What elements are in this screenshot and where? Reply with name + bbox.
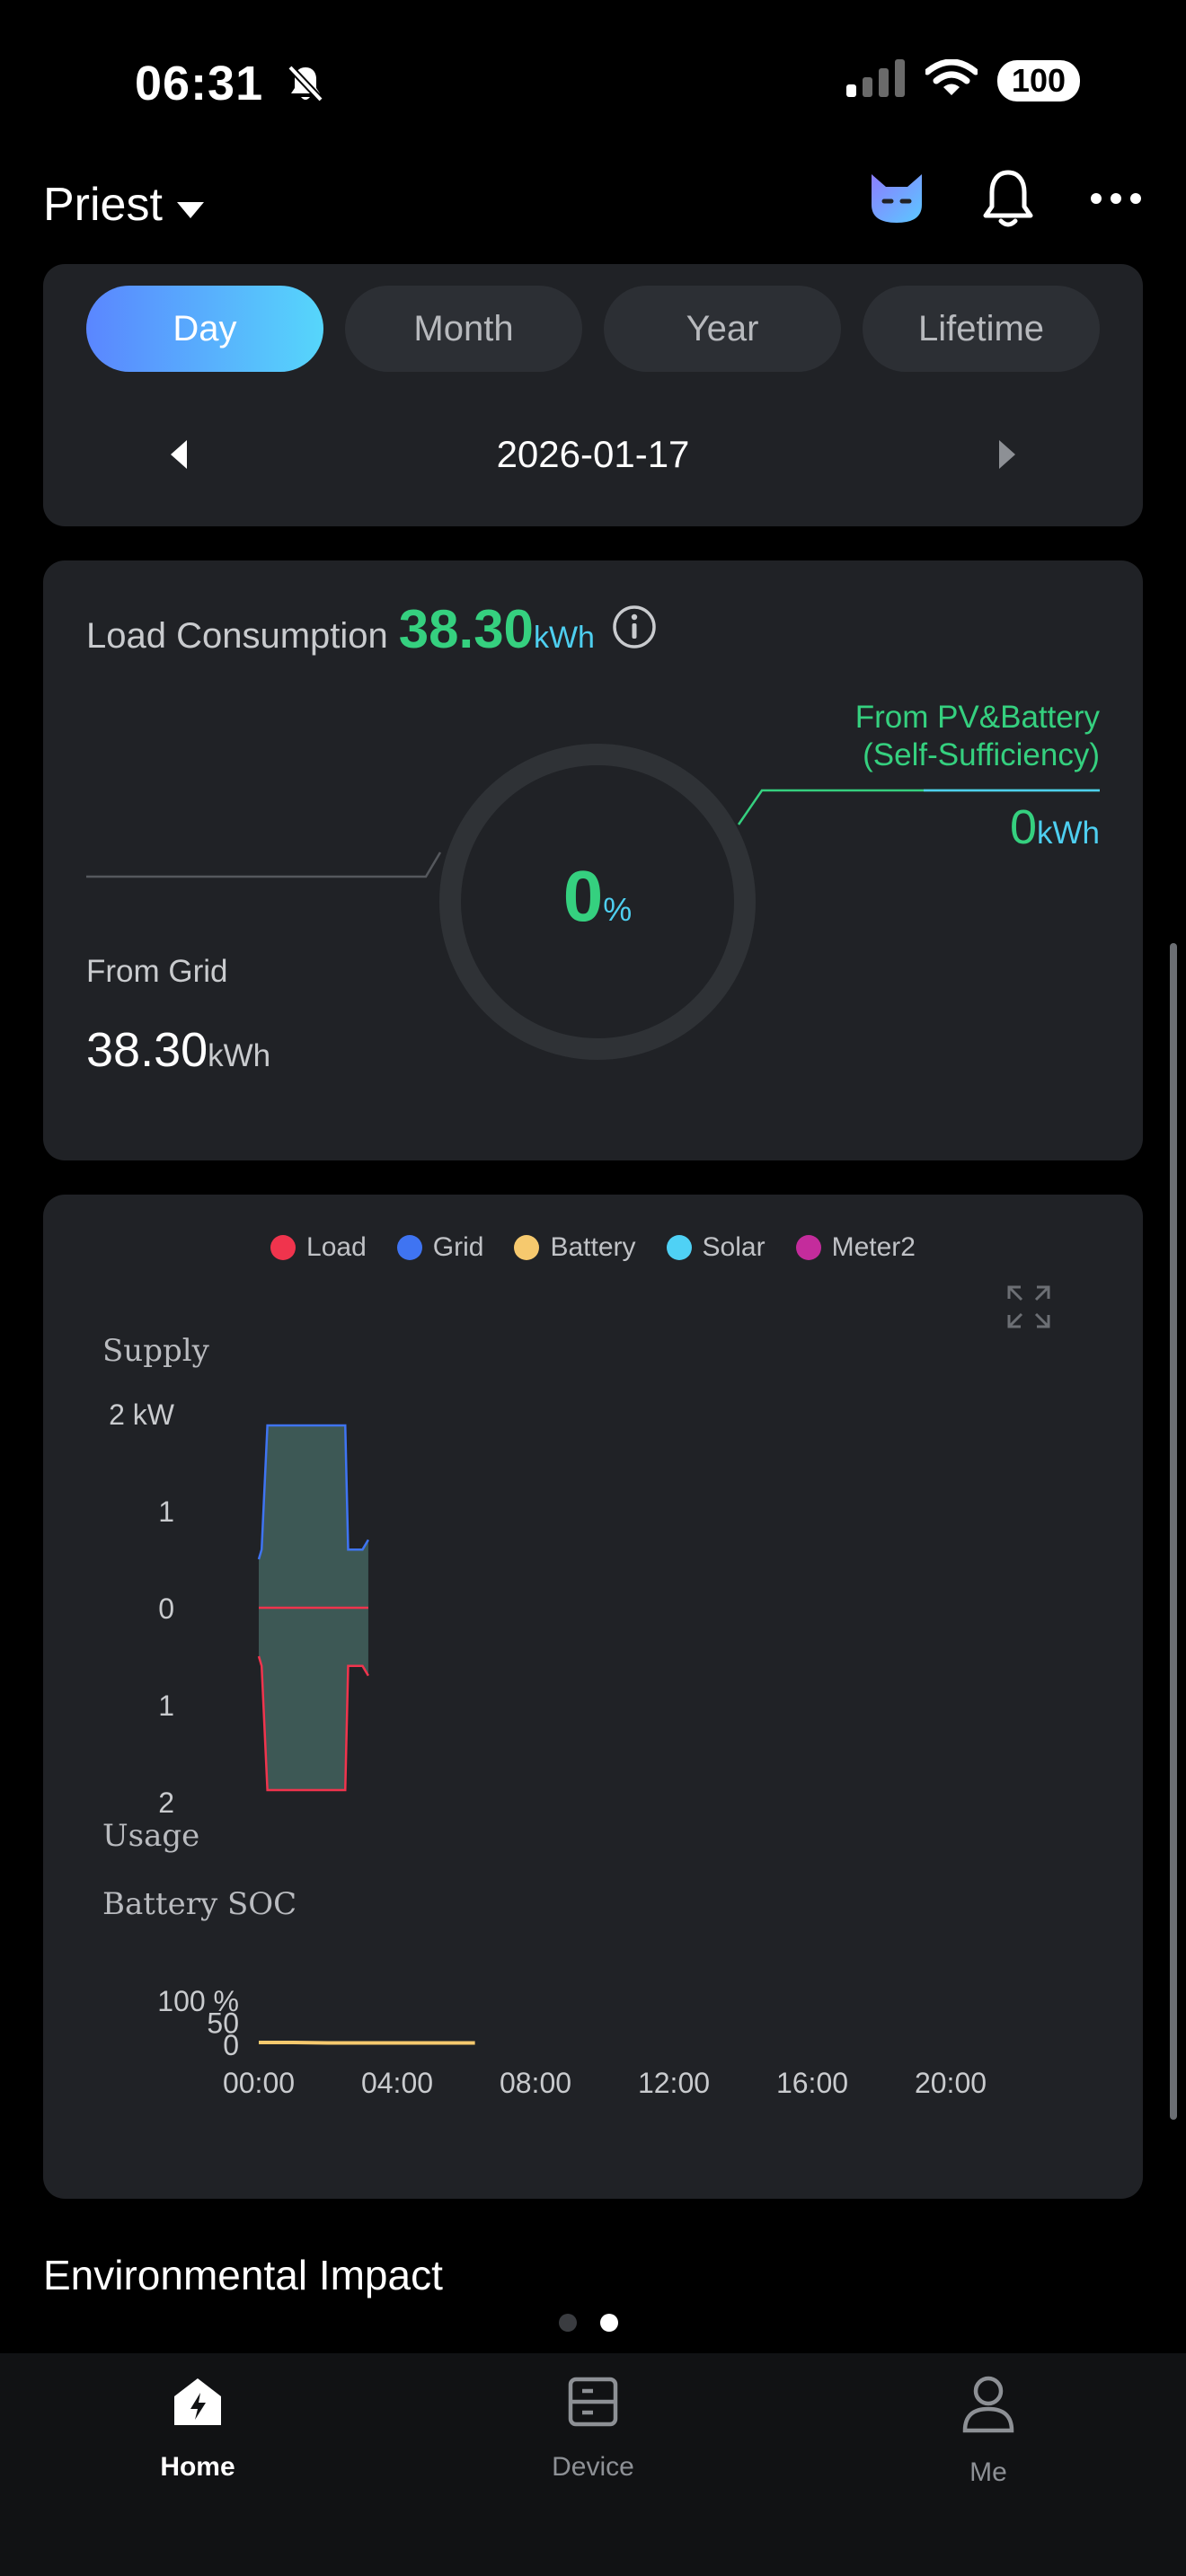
grid-unit: kWh: [208, 1038, 271, 1073]
pv-battery-value: 0kWh: [1010, 799, 1100, 855]
nav-me[interactable]: Me: [898, 2375, 1078, 2488]
selected-date[interactable]: 2026-01-17: [43, 433, 1143, 476]
x-tick-label: 20:00: [915, 2067, 987, 2099]
environmental-impact-title: Environmental Impact: [43, 2252, 443, 2298]
next-date-icon[interactable]: [996, 437, 1019, 477]
pv-value: 0: [1009, 800, 1037, 854]
grid-value-row: 38.30kWh: [86, 1022, 270, 1078]
site-selector[interactable]: Priest: [43, 178, 206, 232]
x-tick-label: 04:00: [361, 2067, 433, 2099]
page-dot[interactable]: [559, 2314, 577, 2332]
self-sufficiency-percent: 0%: [505, 855, 690, 938]
notification-bell-icon[interactable]: [981, 167, 1035, 234]
grid-value: 38.30: [86, 1023, 208, 1077]
nav-home-label: Home: [160, 2452, 235, 2482]
tab-month[interactable]: Month: [345, 286, 582, 372]
period-selector-card: Day Month Year Lifetime 2026-01-17: [43, 264, 1143, 526]
tab-day[interactable]: Day: [86, 286, 323, 372]
x-tick-label: 12:00: [638, 2067, 710, 2099]
soc-y-tick-label: 0: [223, 2029, 239, 2061]
percent-unit: %: [603, 891, 633, 928]
cellular-signal-icon: [845, 59, 906, 101]
silent-mode-icon: [287, 59, 324, 115]
x-tick-label: 08:00: [500, 2067, 571, 2099]
nav-device-label: Device: [552, 2452, 634, 2482]
x-tick-label: 16:00: [776, 2067, 848, 2099]
power-y-tick-label: 2 kW: [109, 1398, 175, 1431]
page-dot-active[interactable]: [600, 2314, 618, 2332]
page-indicator: [559, 2314, 618, 2332]
wifi-icon: [924, 58, 979, 101]
pv-battery-label-line1: From PV&Battery: [854, 700, 1100, 735]
tab-year[interactable]: Year: [604, 286, 841, 372]
pv-battery-label: From PV&Battery (Self-Sufficiency): [855, 699, 1100, 774]
load-consumption-card: Load Consumption 38.30 kWh 0% From PV&Ba…: [43, 560, 1143, 1160]
power-chart-card: Load Grid Battery Solar Meter2 Supply Us…: [43, 1195, 1143, 2199]
power-y-tick-label: 0: [158, 1592, 174, 1625]
power-chart[interactable]: 2 kW1012100 %50000:00 04:00 08:00 12:00 16:0…: [43, 1195, 1143, 2199]
home-bolt-icon: [171, 2375, 225, 2436]
percent-value: 0: [562, 856, 604, 936]
date-navigator: 2026-01-17: [43, 426, 1143, 487]
power-y-tick-label: 1: [158, 1495, 174, 1528]
power-y-tick-label: 1: [158, 1689, 174, 1722]
device-icon: [566, 2375, 620, 2436]
caret-down-icon: [175, 178, 206, 232]
battery-level: 100: [996, 59, 1080, 101]
scrollbar[interactable]: [1170, 943, 1177, 2120]
nav-device[interactable]: Device: [503, 2375, 683, 2483]
nav-me-label: Me: [969, 2457, 1007, 2487]
assistant-cat-icon[interactable]: [866, 171, 927, 231]
status-right: 100: [845, 58, 1080, 101]
more-options-icon[interactable]: [1089, 191, 1143, 210]
bottom-navigation: Home Device Me: [0, 2353, 1186, 2576]
user-icon: [961, 2375, 1015, 2441]
tab-lifetime[interactable]: Lifetime: [863, 286, 1100, 372]
x-tick-label: 00:00: [223, 2067, 295, 2099]
grid-label: From Grid: [86, 954, 228, 989]
power-y-tick-label: 2: [158, 1786, 174, 1819]
nav-home[interactable]: Home: [108, 2375, 288, 2483]
pv-battery-label-line2: (Self-Sufficiency): [863, 737, 1100, 772]
site-name: Priest: [43, 179, 163, 231]
pv-unit: kWh: [1037, 816, 1100, 851]
status-time: 06:31: [135, 56, 324, 115]
header-actions: [866, 167, 1143, 234]
